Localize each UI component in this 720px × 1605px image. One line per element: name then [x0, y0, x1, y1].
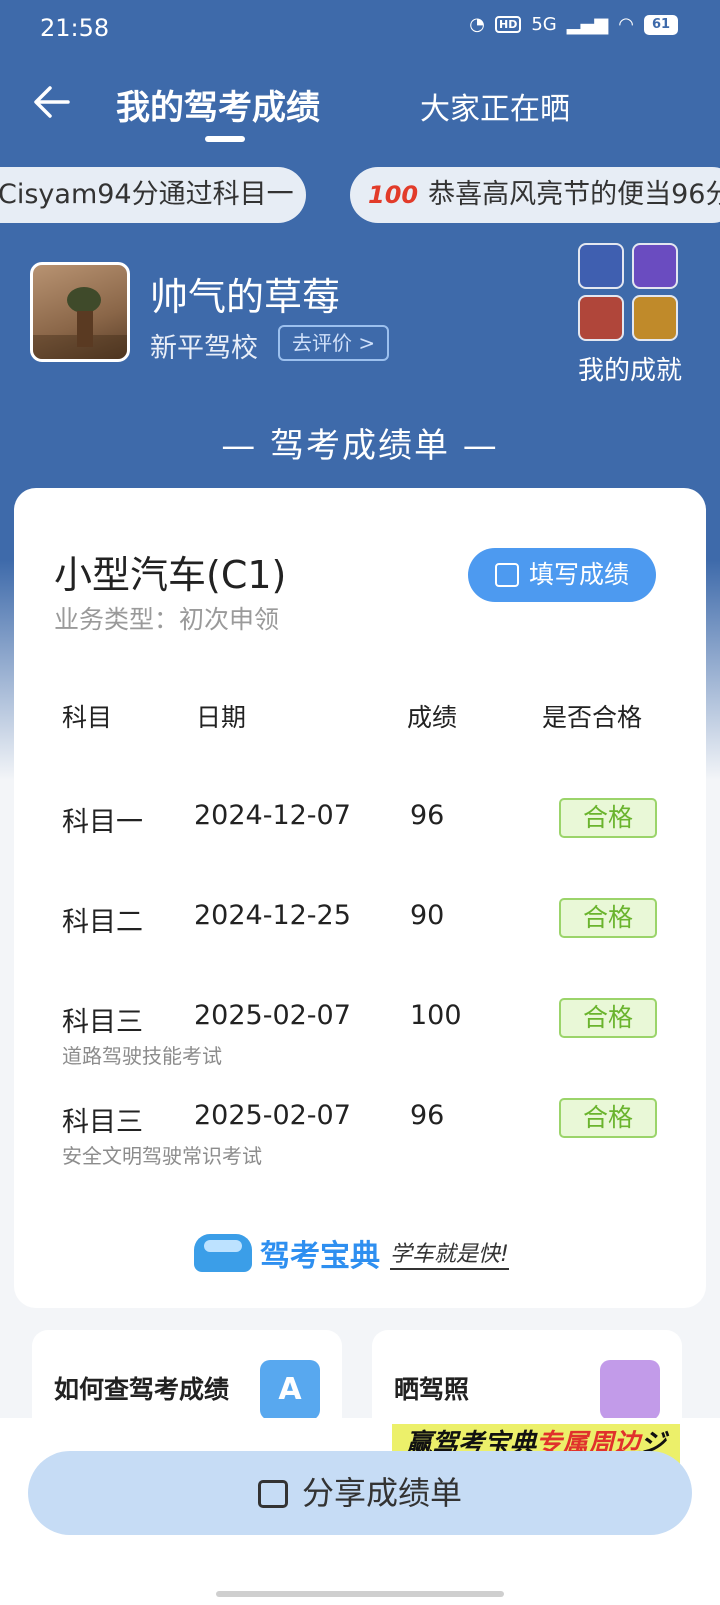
avatar[interactable] — [30, 262, 130, 362]
vehicle-type: 小型汽车(C1) — [54, 553, 287, 597]
signal-icon: ▂▄▆ — [566, 14, 609, 35]
hd-icon: HD — [495, 16, 522, 33]
share-icon — [257, 1480, 288, 1508]
top-navigation: 我的驾考成绩 大家正在晒 — [0, 70, 720, 150]
score-card: 小型汽车(C1) 业务类型：初次申领 填写成绩 科目 日期 成绩 是否合格 科目… — [14, 488, 706, 1308]
score-sheet-title: — 驾考成绩单 — — [221, 426, 499, 466]
row-score: 96 — [410, 800, 445, 831]
brand-logo: 驾考宝典 学车就是快! — [194, 1228, 509, 1278]
brand-slogan: 学车就是快! — [390, 1236, 509, 1270]
pass-badge: 合格 — [559, 798, 657, 838]
fill-score-button[interactable]: 填写成绩 — [468, 548, 656, 602]
hundred-points-icon: 100 — [368, 181, 419, 209]
tab-my-scores[interactable]: 我的驾考成绩 — [116, 80, 320, 129]
business-type: 业务类型：初次申领 — [54, 605, 280, 634]
row-score: 100 — [410, 1000, 462, 1031]
pass-badge: 合格 — [559, 998, 657, 1038]
battery-icon: 61 — [644, 14, 678, 35]
share-score-button[interactable]: 分享成绩单 — [28, 1451, 692, 1535]
edit-icon — [494, 563, 519, 587]
row-score: 96 — [410, 1100, 445, 1131]
network-label: 5G — [531, 14, 557, 35]
brand-name: 驾考宝典 — [260, 1239, 380, 1274]
row-subject: 科目三 — [62, 1007, 143, 1038]
row-date: 2025-02-07 — [194, 1100, 351, 1131]
row-date: 2024-12-07 — [194, 800, 351, 831]
driving-school: 新平驾校 — [150, 333, 258, 364]
share-score-label: 分享成绩单 — [301, 1474, 462, 1512]
header-pass: 是否合格 — [542, 703, 643, 732]
row-date: 2024-12-25 — [194, 900, 351, 931]
row-date: 2025-02-07 — [194, 1000, 351, 1031]
row-subject: 科目三 — [62, 1107, 143, 1138]
pass-badge: 合格 — [559, 898, 657, 938]
car-logo-icon — [194, 1234, 252, 1272]
row-score: 90 — [410, 900, 445, 931]
ticker-text: Cisyam94分通过科目一 — [0, 179, 294, 210]
home-indicator[interactable] — [216, 1591, 504, 1597]
row-note: 安全文明驾驶常识考试 — [62, 1144, 262, 1168]
pass-badge: 合格 — [559, 1098, 657, 1138]
speed-icon: ◔ — [469, 14, 485, 35]
review-button[interactable]: 去评价 > — [278, 325, 390, 361]
share-license-label: 晒驾照 — [394, 1375, 470, 1404]
back-arrow-icon[interactable] — [30, 80, 74, 124]
header-date: 日期 — [196, 703, 247, 732]
tab-everyone-sharing[interactable]: 大家正在晒 — [420, 84, 570, 128]
header-subject: 科目 — [62, 703, 113, 732]
active-tab-indicator — [205, 136, 245, 142]
ticker-item[interactable]: Cisyam94分通过科目一 — [0, 167, 306, 223]
ticker-item[interactable]: 100 恭喜高风亮节的便当96分 — [350, 167, 720, 223]
badge-icon — [632, 243, 678, 289]
fill-score-label: 填写成绩 — [528, 560, 629, 589]
wifi-icon: ◠ — [618, 14, 634, 35]
status-bar: 21:58 ◔ HD 5G ▂▄▆ ◠ 61 — [0, 0, 720, 56]
search-document-icon: A — [260, 1360, 320, 1420]
ticker-text: 恭喜高风亮节的便当96分 — [428, 179, 720, 210]
status-icons: ◔ HD 5G ▂▄▆ ◠ 61 — [469, 14, 678, 35]
row-subject: 科目二 — [62, 907, 143, 938]
status-time: 21:58 — [40, 14, 110, 42]
row-note: 道路驾驶技能考试 — [62, 1044, 222, 1068]
row-subject: 科目一 — [62, 807, 143, 838]
username: 帅气的草莓 — [150, 275, 341, 319]
how-to-query-label: 如何查驾考成绩 — [54, 1375, 230, 1404]
my-achievements-label[interactable]: 我的成就 — [578, 350, 682, 387]
photo-icon — [600, 1360, 660, 1420]
badge-icon — [578, 243, 624, 289]
badge-icon — [578, 295, 624, 341]
badge-icon — [632, 295, 678, 341]
header-score: 成绩 — [407, 703, 458, 732]
achievement-badges[interactable] — [578, 243, 688, 343]
